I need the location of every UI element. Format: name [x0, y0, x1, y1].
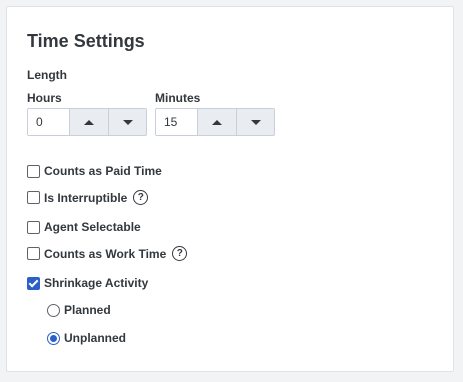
hours-stepper: [27, 108, 147, 136]
paid-time-option: Counts as Paid Time: [27, 164, 162, 178]
interruptible-checkbox[interactable]: [27, 191, 40, 204]
length-label: Length: [27, 68, 67, 82]
question-circle-icon[interactable]: ?: [172, 246, 188, 261]
work-time-option: Counts as Work Time ?: [27, 246, 188, 261]
interruptible-option: Is Interruptible ?: [27, 190, 149, 205]
question-circle-icon[interactable]: ?: [133, 190, 149, 205]
arrow-up-icon: [84, 119, 94, 125]
unplanned-label: Unplanned: [64, 331, 126, 345]
planned-option: Planned: [47, 303, 111, 317]
unplanned-radio[interactable]: [47, 331, 60, 345]
shrinkage-option: Shrinkage Activity: [27, 276, 148, 290]
hours-increment-button[interactable]: [70, 109, 108, 135]
agent-selectable-option: Agent Selectable: [27, 220, 141, 234]
work-time-checkbox[interactable]: [27, 247, 40, 260]
arrow-up-icon: [212, 119, 222, 125]
paid-time-checkbox[interactable]: [27, 164, 40, 178]
arrow-down-icon: [122, 119, 133, 125]
planned-radio[interactable]: [47, 303, 60, 317]
arrow-down-icon: [250, 119, 261, 125]
hours-label: Hours: [27, 91, 62, 105]
planned-label: Planned: [64, 303, 111, 317]
unplanned-option: Unplanned: [47, 331, 126, 345]
hours-input[interactable]: [28, 109, 70, 135]
agent-selectable-label: Agent Selectable: [44, 220, 141, 234]
panel-title: Time Settings: [27, 31, 145, 51]
minutes-increment-button[interactable]: [198, 109, 236, 135]
paid-time-label: Counts as Paid Time: [44, 164, 162, 178]
shrinkage-label: Shrinkage Activity: [44, 276, 149, 290]
work-time-label: Counts as Work Time: [44, 246, 167, 261]
hours-decrement-button[interactable]: [108, 109, 146, 135]
minutes-label: Minutes: [155, 91, 201, 105]
minutes-input[interactable]: [156, 109, 198, 135]
agent-selectable-checkbox[interactable]: [27, 220, 40, 234]
minutes-stepper: [155, 108, 275, 136]
time-settings-panel: Time Settings Length Hours Minutes Count…: [6, 6, 454, 372]
minutes-decrement-button[interactable]: [236, 109, 274, 135]
interruptible-label: Is Interruptible: [44, 190, 128, 205]
shrinkage-checkbox[interactable]: [27, 276, 40, 290]
